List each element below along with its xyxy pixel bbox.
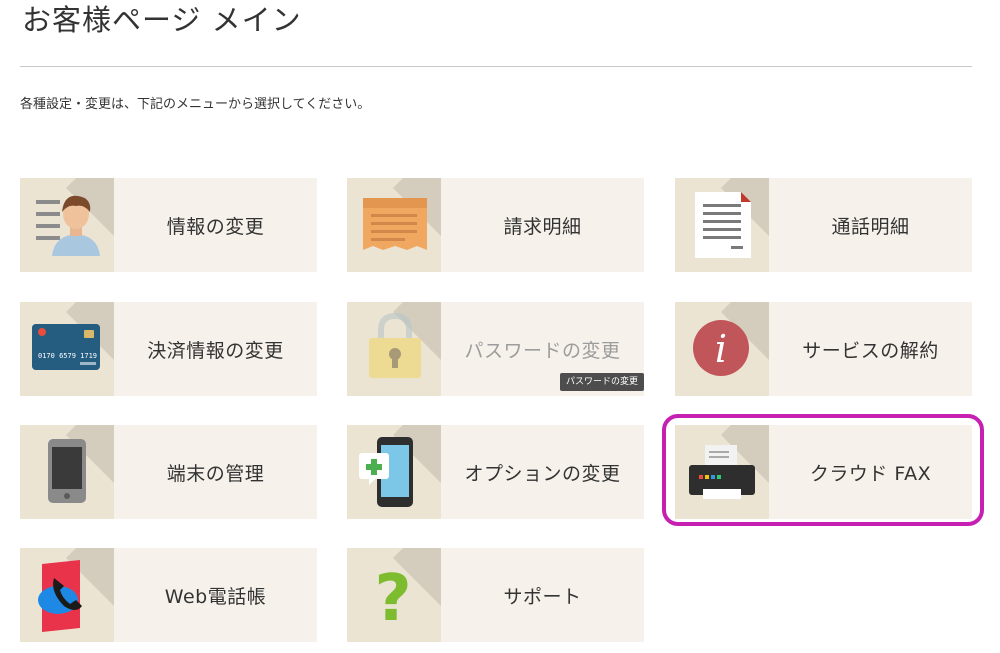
- question-mark-icon: ?: [347, 548, 441, 642]
- menu-tile-label: パスワードの変更: [464, 339, 621, 362]
- menu-tile-label: サービスの解約: [802, 339, 939, 362]
- menu-tile-label: 請求明細: [503, 215, 582, 238]
- menu-tile-device[interactable]: 端末の管理: [20, 425, 317, 519]
- menu-tile-label: 端末の管理: [166, 462, 265, 485]
- menu-tile-label: 通話明細: [831, 215, 910, 238]
- card-number: 0170 6579 1719: [38, 352, 97, 360]
- smartphone-plus-icon: [347, 425, 441, 519]
- menu-tile-support[interactable]: ? サポート: [347, 548, 644, 642]
- phonebook-icon: [20, 548, 114, 642]
- document-icon: [675, 178, 769, 272]
- receipt-icon: [347, 178, 441, 272]
- menu-tile-options[interactable]: オプションの変更: [347, 425, 644, 519]
- menu-tile-billing[interactable]: 請求明細: [347, 178, 644, 272]
- info-icon: i: [675, 302, 769, 396]
- svg-text:?: ?: [374, 562, 411, 636]
- menu-tile-label: Web電話帳: [164, 585, 267, 608]
- menu-tile-web-phonebook[interactable]: Web電話帳: [20, 548, 317, 642]
- menu-tile-call-detail[interactable]: 通話明細: [675, 178, 972, 272]
- password-tooltip: パスワードの変更: [560, 373, 645, 391]
- padlock-icon: [347, 302, 441, 396]
- menu-tile-label: オプションの変更: [464, 462, 621, 485]
- credit-card-icon: 0170 6579 1719: [20, 302, 114, 396]
- mobile-phone-icon: [20, 425, 114, 519]
- cloud-fax-highlight-annotation: [662, 414, 984, 526]
- page-title: お客様ページ メイン: [22, 3, 302, 37]
- svg-text:i: i: [715, 327, 727, 371]
- menu-tile-label: 決済情報の変更: [147, 339, 284, 362]
- menu-tile-payment[interactable]: 0170 6579 1719 決済情報の変更: [20, 302, 317, 396]
- intro-text: 各種設定・変更は、下記のメニューから選択してください。: [20, 97, 371, 112]
- menu-tile-label: 情報の変更: [166, 215, 265, 238]
- menu-tile-label: サポート: [503, 585, 582, 608]
- title-divider: [20, 66, 972, 67]
- menu-tile-info-change[interactable]: 情報の変更: [20, 178, 317, 272]
- person-with-list-icon: [20, 178, 114, 272]
- menu-tile-cancel[interactable]: i サービスの解約: [675, 302, 972, 396]
